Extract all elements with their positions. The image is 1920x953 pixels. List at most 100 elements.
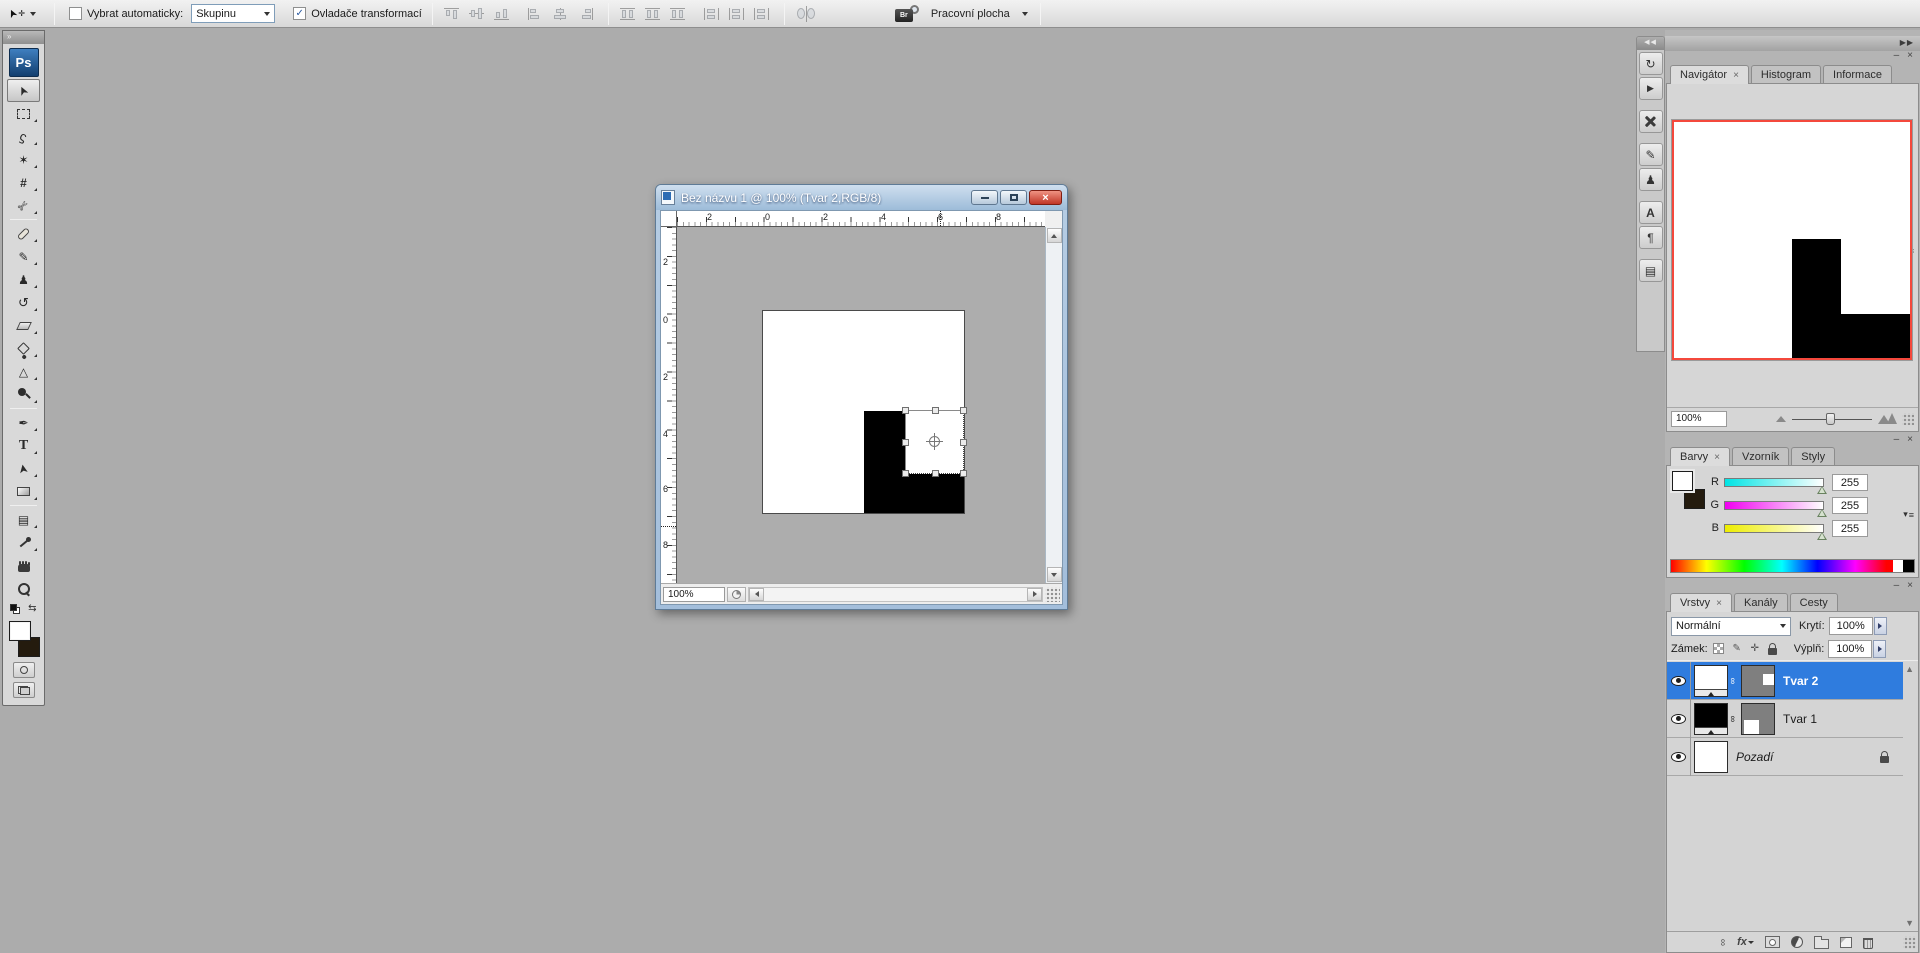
layer-fill-thumbnail[interactable] [1694,741,1728,773]
scroll-down-button[interactable] [1047,567,1062,582]
default-colors-control[interactable]: ⇆ [7,602,41,618]
document-titlebar[interactable]: Bez názvu 1 @ 100% (Tvar 2,RGB/8) × [656,185,1067,210]
vector-mask-thumbnail[interactable] [1741,703,1775,735]
tool-magic-wand[interactable]: ✶ [7,148,40,171]
distribute-horizontal-centers-icon[interactable] [727,6,746,22]
tool-lasso[interactable]: ϛ [7,125,40,148]
swap-colors-icon[interactable]: ⇆ [28,603,36,614]
scroll-left-button[interactable] [749,588,764,601]
tab-styly[interactable]: Styly [1791,447,1835,466]
dock-collapse-header[interactable]: ◀◀ [1637,37,1664,50]
ruler-origin-corner[interactable] [661,211,677,227]
new-layer-button[interactable] [1840,937,1852,948]
tab-close-icon[interactable]: × [1716,598,1722,609]
tool-type[interactable]: T [7,434,40,457]
tool-slice[interactable]: ✄ [7,194,40,217]
scroll-down-icon[interactable]: ▼ [1905,918,1914,928]
layer-style-button[interactable]: fx [1737,936,1754,948]
tool-paint-bucket[interactable] [7,337,40,360]
align-horizontal-centers-icon[interactable] [551,6,570,22]
tool-dodge[interactable] [7,383,40,406]
vertical-scrollbar[interactable] [1045,227,1062,583]
tool-path-selection[interactable]: ➤ [7,457,40,480]
slider-thumb[interactable] [1817,486,1827,494]
new-group-button[interactable] [1814,939,1829,949]
character-panel-button[interactable]: A [1639,201,1663,224]
layer-name[interactable]: Tvar 1 [1783,712,1817,726]
layer-name[interactable]: Pozadí [1736,750,1773,764]
layer-comps-panel-button[interactable]: ▤ [1639,259,1663,282]
align-vertical-centers-icon[interactable] [467,6,486,22]
slider-thumb[interactable] [1817,509,1827,517]
delete-layer-button[interactable] [1863,938,1873,949]
transform-handle[interactable] [932,407,939,414]
tab-close-icon[interactable]: × [1733,70,1739,81]
layer-fill-thumbnail[interactable] [1694,703,1728,735]
status-info-button[interactable] [727,587,746,602]
maximize-button[interactable] [1000,190,1027,205]
layer-name[interactable]: Tvar 2 [1783,674,1818,688]
background-color-swatch[interactable] [1684,489,1705,509]
tool-notes[interactable]: ▤ [7,508,40,531]
vector-mask-thumbnail[interactable] [1741,665,1775,697]
distribute-vertical-centers-icon[interactable] [643,6,662,22]
tool-preset-picker[interactable]: ➤ ✛ [8,7,48,20]
transform-controls-option[interactable]: ✓ Ovladače transformací [293,7,422,20]
color-spectrum-ramp[interactable] [1670,559,1915,573]
tab-barvy[interactable]: Barvy × [1670,447,1730,466]
zoom-level-field[interactable]: 100% [663,587,725,602]
navigator-zoom-slider[interactable] [1792,412,1872,426]
opacity-slider-button[interactable] [1874,617,1887,635]
workspace-menu[interactable]: Pracovní plocha [931,8,1028,20]
distribute-right-edges-icon[interactable] [752,6,771,22]
spectrum-gradient[interactable] [1671,560,1893,572]
panel-minimize-button[interactable]: – [1894,51,1900,61]
panel-resize-grip[interactable] [1903,936,1916,949]
add-layer-mask-button[interactable] [1765,936,1780,948]
panel-resize-grip[interactable] [1902,413,1914,425]
tool-history-brush[interactable]: ↺ [7,291,40,314]
vertical-ruler[interactable]: 2 0 2 4 6 8 [661,227,677,583]
distribute-bottom-edges-icon[interactable] [668,6,687,22]
navigator-preview[interactable] [1672,120,1912,360]
align-right-edges-icon[interactable] [576,6,595,22]
tool-crop[interactable]: # [7,171,40,194]
scroll-up-button[interactable] [1047,228,1062,243]
tool-healing-brush[interactable] [7,222,40,245]
transform-handle[interactable] [902,439,909,446]
screen-mode-button[interactable] [13,682,35,698]
tool-move[interactable]: ➤ [7,79,40,102]
blend-mode-select[interactable]: Normální [1671,617,1791,636]
tool-eyedropper[interactable] [7,531,40,554]
transform-handle[interactable] [902,407,909,414]
tool-zoom[interactable] [7,577,40,600]
clone-source-panel-button[interactable]: ♟ [1639,168,1663,191]
align-left-edges-icon[interactable] [526,6,545,22]
distribute-top-edges-icon[interactable] [618,6,637,22]
tool-pen[interactable]: ✒ [7,411,40,434]
dock-header[interactable]: ▶▶ [1665,36,1920,51]
tool-eraser[interactable] [7,314,40,337]
black-swatch[interactable] [1903,560,1914,572]
tab-cesty[interactable]: Cesty [1790,593,1838,612]
actions-panel-button[interactable]: ▶ [1639,77,1663,100]
opacity-field[interactable]: 100% [1829,617,1873,635]
layer-row-pozadi[interactable]: Pozadí [1667,738,1903,776]
visibility-toggle[interactable] [1667,738,1691,776]
tool-rectangular-marquee[interactable] [7,102,40,125]
tool-presets-panel-button[interactable] [1639,110,1663,133]
canvas-viewport[interactable] [677,227,1045,583]
fill-slider-button[interactable] [1873,640,1886,658]
navigator-zoom-field[interactable]: 100% [1671,411,1727,427]
transform-handle[interactable] [960,439,967,446]
horizontal-scrollbar[interactable] [748,587,1043,602]
minimize-button[interactable] [971,190,998,205]
white-swatch[interactable] [1893,560,1903,572]
tab-histogram[interactable]: Histogram [1751,65,1821,84]
scroll-up-icon[interactable]: ▲ [1905,664,1914,674]
close-button[interactable]: × [1029,190,1062,205]
tab-navigator[interactable]: Navigátor × [1670,65,1749,84]
blue-value-field[interactable]: 255 [1832,520,1868,537]
adjustment-layer-button[interactable] [1791,936,1803,948]
transform-reference-point[interactable] [929,436,940,447]
